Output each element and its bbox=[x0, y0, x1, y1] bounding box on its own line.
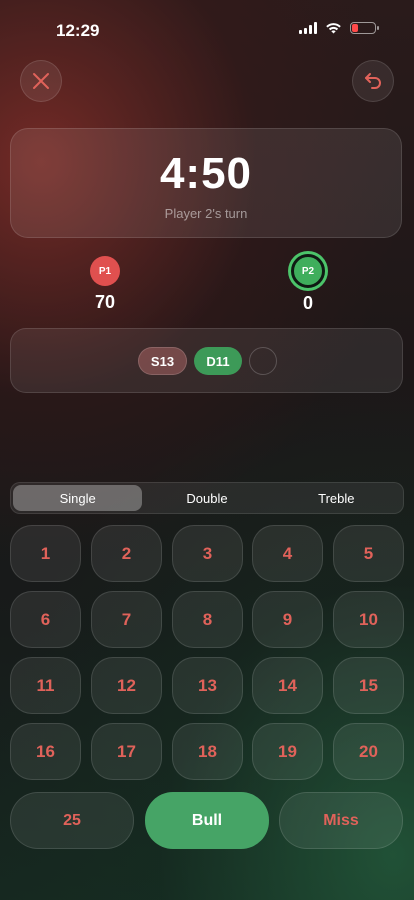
number-button-5[interactable]: 5 bbox=[333, 525, 404, 582]
number-button-10[interactable]: 10 bbox=[333, 591, 404, 648]
number-button-4[interactable]: 4 bbox=[252, 525, 323, 582]
player-2-badge: P2 bbox=[291, 254, 325, 288]
multiplier-double[interactable]: Double bbox=[142, 485, 271, 511]
number-button-16[interactable]: 16 bbox=[10, 723, 81, 780]
timer-card: 4:50 Player 2's turn bbox=[10, 128, 402, 238]
number-button-9[interactable]: 9 bbox=[252, 591, 323, 648]
empty-throw-slot bbox=[249, 347, 277, 375]
twenty-five-button[interactable]: 25 bbox=[10, 792, 134, 849]
multiplier-treble[interactable]: Treble bbox=[272, 485, 401, 511]
number-button-12[interactable]: 12 bbox=[91, 657, 162, 714]
multiplier-single[interactable]: Single bbox=[13, 485, 143, 511]
player-1-badge: P1 bbox=[90, 256, 120, 286]
number-button-2[interactable]: 2 bbox=[91, 525, 162, 582]
number-button-3[interactable]: 3 bbox=[172, 525, 243, 582]
number-button-15[interactable]: 15 bbox=[333, 657, 404, 714]
player-2: P2 0 bbox=[278, 254, 338, 314]
miss-button[interactable]: Miss bbox=[279, 792, 403, 849]
multiplier-selector: Single Double Treble bbox=[10, 482, 404, 514]
number-button-19[interactable]: 19 bbox=[252, 723, 323, 780]
number-button-20[interactable]: 20 bbox=[333, 723, 404, 780]
close-button[interactable] bbox=[20, 60, 62, 102]
number-button-6[interactable]: 6 bbox=[10, 591, 81, 648]
player-2-score: 0 bbox=[302, 293, 313, 313]
number-button-14[interactable]: 14 bbox=[252, 657, 323, 714]
throw-chip: D11 bbox=[194, 347, 242, 375]
timer-value: 4:50 bbox=[159, 149, 253, 198]
throw-chip: S13 bbox=[138, 347, 187, 375]
number-button-1[interactable]: 1 bbox=[10, 525, 81, 582]
close-icon bbox=[33, 73, 49, 89]
number-button-13[interactable]: 13 bbox=[172, 657, 243, 714]
number-button-7[interactable]: 7 bbox=[91, 591, 162, 648]
undo-icon bbox=[365, 73, 381, 89]
bull-button[interactable]: Bull bbox=[145, 792, 269, 849]
turn-label: Player 2's turn bbox=[164, 206, 248, 221]
number-button-8[interactable]: 8 bbox=[172, 591, 243, 648]
status-time: 12:29 bbox=[56, 21, 100, 40]
wifi-icon bbox=[326, 23, 341, 34]
number-button-11[interactable]: 11 bbox=[10, 657, 81, 714]
throws-card: S13 D11 bbox=[10, 328, 403, 393]
number-button-17[interactable]: 17 bbox=[91, 723, 162, 780]
cellular-signal-icon bbox=[299, 22, 317, 34]
status-icons bbox=[299, 22, 379, 34]
player-1: P1 70 bbox=[75, 254, 135, 313]
battery-icon bbox=[350, 22, 379, 34]
player-1-score: 70 bbox=[94, 292, 116, 312]
undo-button[interactable] bbox=[352, 60, 394, 102]
number-button-18[interactable]: 18 bbox=[172, 723, 243, 780]
